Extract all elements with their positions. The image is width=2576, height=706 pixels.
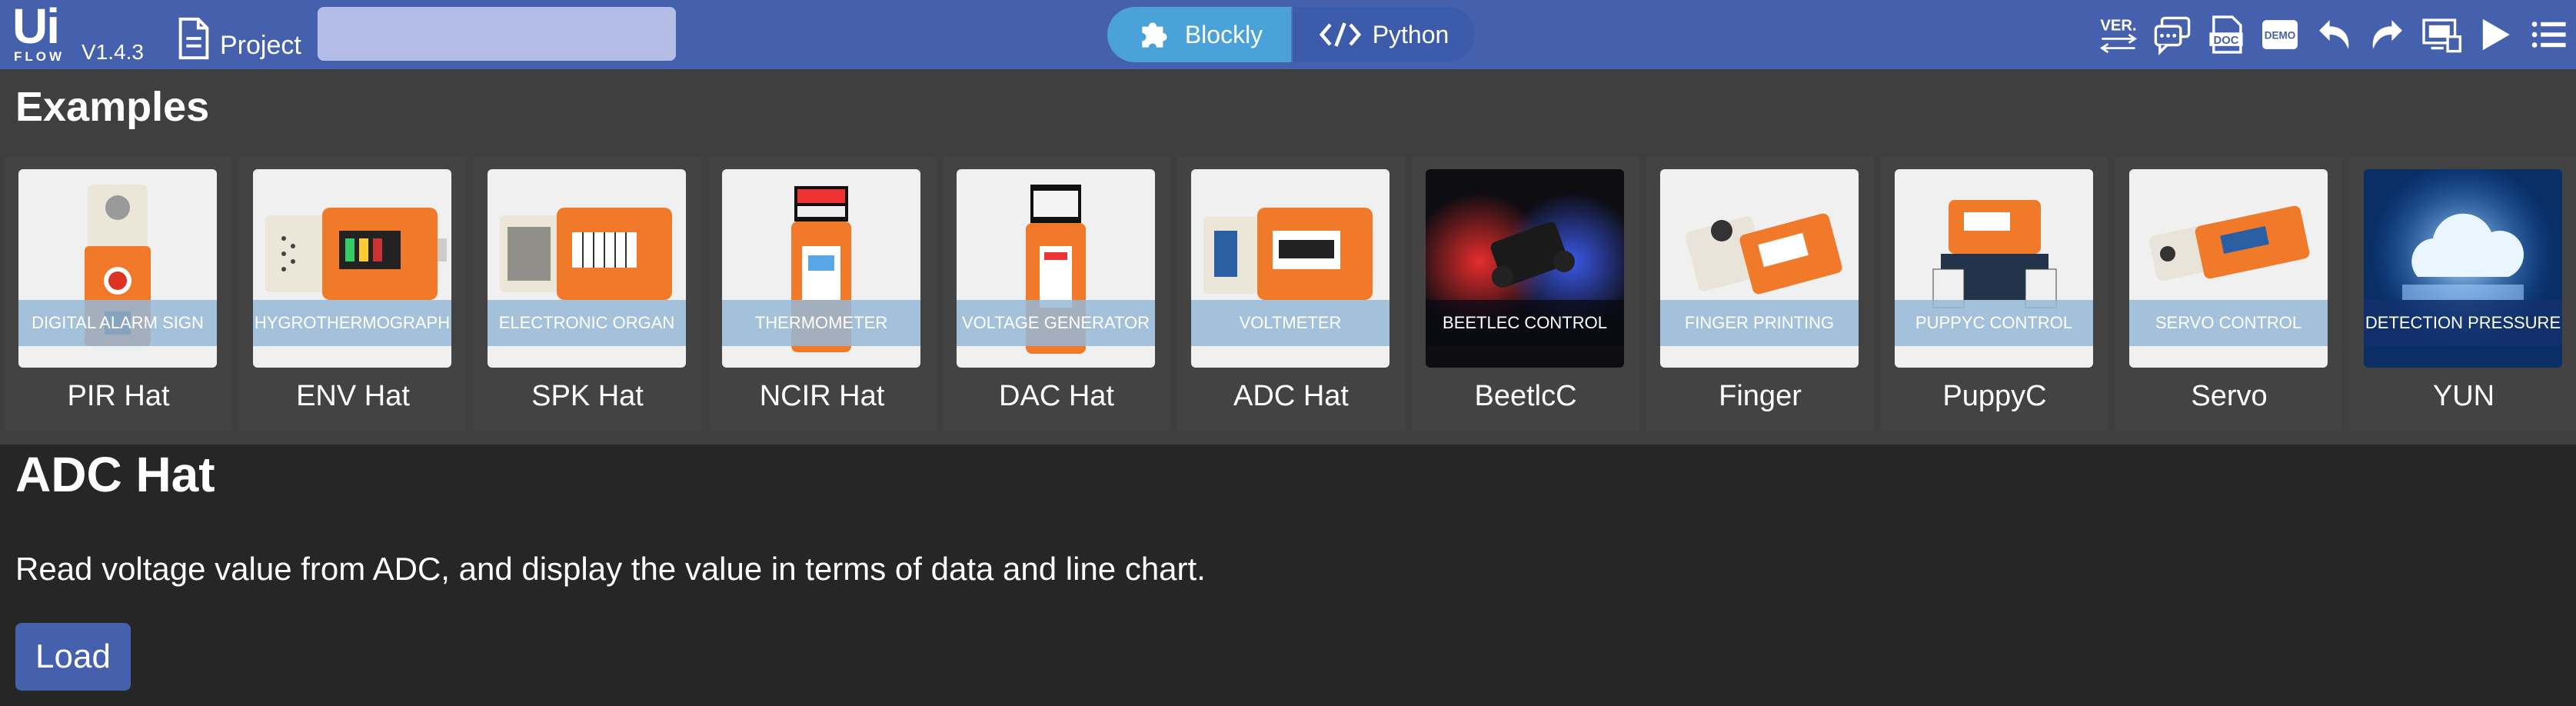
undo-icon	[2319, 20, 2349, 49]
example-caption: BEETLEC CONTROL	[1426, 300, 1624, 346]
menu-button[interactable]	[2522, 8, 2576, 62]
examples-list: DIGITAL ALARM SIGN PIR Hat HYGROTHERMOGR…	[0, 157, 2576, 431]
example-thumbnail: ELECTRONIC ORGAN	[488, 169, 686, 368]
redo-icon	[2372, 20, 2402, 49]
project-name-input[interactable]	[318, 7, 676, 61]
example-card-yun[interactable]: DETECTION PRESSURE YUN	[2350, 157, 2576, 431]
example-thumbnail: PUPPYC CONTROL	[1895, 169, 2093, 368]
top-bar: Ui FLOW V1.4.3 Project Blockly Python VE…	[0, 0, 2576, 69]
example-caption: HYGROTHERMOGRAPH	[253, 300, 451, 346]
demo-icon-text: DEMO	[2265, 29, 2296, 41]
version-button[interactable]: VER.	[2092, 8, 2145, 62]
example-thumbnail: BEETLEC CONTROL	[1426, 169, 1624, 368]
example-caption: THERMOMETER	[722, 300, 920, 346]
example-card-servo[interactable]: SERVO CONTROL Servo	[2115, 157, 2343, 431]
example-name: BeetlcC	[1474, 380, 1577, 412]
python-label: Python	[1372, 20, 1449, 48]
example-caption: DETECTION PRESSURE	[2364, 300, 2562, 346]
example-name: Finger	[1719, 380, 1802, 412]
example-name: PIR Hat	[67, 380, 170, 412]
mode-switch: Blockly Python	[1107, 7, 1475, 62]
example-thumbnail: THERMOMETER	[722, 169, 920, 368]
run-icon	[2482, 18, 2510, 51]
example-name: ADC Hat	[1233, 380, 1349, 412]
project-label: Project	[220, 30, 301, 60]
example-card-dac-hat[interactable]: VOLTAGE GENERATOR DAC Hat	[943, 157, 1170, 431]
undo-button[interactable]	[2307, 8, 2361, 62]
example-card-beetlcc[interactable]: BEETLEC CONTROL BeetlcC	[1412, 157, 1639, 431]
version-label: V1.4.3	[82, 40, 144, 64]
doc-icon-text: DOC	[2214, 35, 2239, 47]
load-button[interactable]: Load	[15, 623, 131, 691]
example-thumbnail: VOLTAGE GENERATOR	[957, 169, 1155, 368]
example-thumbnail: HYGROTHERMOGRAPH	[253, 169, 451, 368]
example-caption: DIGITAL ALARM SIGN	[18, 300, 217, 346]
example-caption: FINGER PRINTING	[1660, 300, 1859, 346]
example-card-pir-hat[interactable]: DIGITAL ALARM SIGN PIR Hat	[5, 157, 232, 431]
example-card-adc-hat[interactable]: VOLTMETER ADC Hat	[1177, 157, 1405, 431]
example-caption: VOLTMETER	[1191, 300, 1390, 346]
examples-title: Examples	[15, 84, 210, 130]
example-thumbnail: SERVO CONTROL	[2129, 169, 2328, 368]
example-name: YUN	[2432, 380, 2495, 412]
chat-button[interactable]	[2145, 8, 2199, 62]
blockly-mode-button[interactable]: Blockly	[1107, 7, 1291, 62]
chat-icon	[2154, 16, 2191, 55]
logo-text: Ui	[12, 0, 60, 54]
file-icon	[178, 17, 209, 60]
example-card-env-hat[interactable]: HYGROTHERMOGRAPH ENV Hat	[239, 157, 467, 431]
example-detail-description: Read voltage value from ADC, and display…	[15, 551, 1206, 587]
uiflow-logo: Ui FLOW	[12, 0, 71, 65]
example-caption: SERVO CONTROL	[2129, 300, 2328, 346]
device-icon	[2422, 18, 2461, 53]
device-button[interactable]	[2415, 8, 2468, 62]
demo-icon: DEMO	[2262, 20, 2298, 49]
example-detail-title: ADC Hat	[15, 447, 215, 502]
example-caption: VOLTAGE GENERATOR	[957, 300, 1155, 346]
version-icon-text: VER.	[2100, 18, 2136, 35]
example-name: DAC Hat	[999, 380, 1114, 412]
doc-button[interactable]: DOC	[2199, 8, 2253, 62]
example-name: PuppyC	[1942, 380, 2047, 412]
example-thumbnail: FINGER PRINTING	[1660, 169, 1859, 368]
puzzle-icon	[1142, 22, 1167, 48]
doc-icon: DOC	[2209, 15, 2243, 54]
menu-icon	[2531, 22, 2566, 48]
example-card-puppyc[interactable]: PUPPYC CONTROL PuppyC	[1881, 157, 2108, 431]
demo-button[interactable]: DEMO	[2253, 8, 2307, 62]
example-caption: PUPPYC CONTROL	[1895, 300, 2093, 346]
logo-subtext: FLOW	[14, 49, 65, 64]
python-mode-button[interactable]: Python	[1291, 7, 1475, 62]
toolbar: VER. DOC DEMO	[2092, 0, 2576, 69]
run-button[interactable]	[2468, 8, 2522, 62]
example-thumbnail: VOLTMETER	[1191, 169, 1390, 368]
example-name: SPK Hat	[531, 380, 644, 412]
version-icon: VER.	[2099, 18, 2138, 54]
example-detail-panel: ADC Hat Read voltage value from ADC, and…	[0, 445, 2576, 706]
example-name: ENV Hat	[296, 380, 410, 412]
blockly-label: Blockly	[1184, 20, 1263, 48]
project-button[interactable]: Project	[175, 15, 301, 62]
example-thumbnail: DIGITAL ALARM SIGN	[18, 169, 217, 368]
example-name: NCIR Hat	[759, 380, 885, 412]
example-thumbnail: DETECTION PRESSURE	[2364, 169, 2562, 368]
example-card-finger[interactable]: FINGER PRINTING Finger	[1646, 157, 1874, 431]
example-caption: ELECTRONIC ORGAN	[488, 300, 686, 346]
code-icon	[1319, 22, 1361, 47]
example-name: Servo	[2191, 380, 2268, 412]
example-card-ncir-hat[interactable]: THERMOMETER NCIR Hat	[708, 157, 936, 431]
redo-button[interactable]	[2361, 8, 2415, 62]
example-card-spk-hat[interactable]: ELECTRONIC ORGAN SPK Hat	[474, 157, 701, 431]
